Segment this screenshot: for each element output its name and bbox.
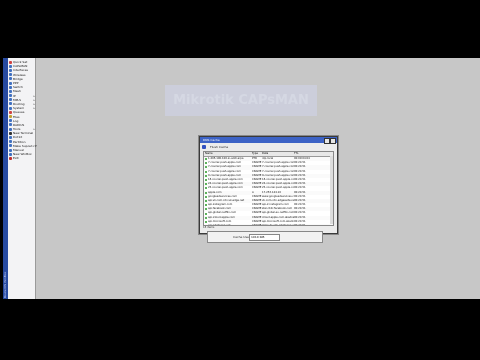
status-dot-icon bbox=[205, 179, 207, 182]
status-dot-icon bbox=[205, 199, 207, 202]
dns-cache-table: Name Type Data TTL 1.205.100.100.in-addr… bbox=[203, 151, 334, 226]
watermark-logo: Mikrotik CAPsMAN bbox=[165, 85, 317, 116]
table-body: 1.205.100.100.in-addr.arpa PTR ntp.local 00… bbox=[204, 157, 333, 225]
status-dot-icon bbox=[205, 187, 207, 190]
menu-item-icon bbox=[9, 131, 12, 135]
menu-item-icon bbox=[9, 94, 12, 98]
menu-item-icon bbox=[9, 156, 12, 160]
column-header-data[interactable]: Data bbox=[262, 152, 294, 156]
status-dot-icon bbox=[205, 191, 207, 194]
menu-item-icon bbox=[9, 115, 12, 119]
menu-item-icon bbox=[9, 123, 12, 127]
menu-item-icon bbox=[9, 60, 12, 64]
status-dot-icon bbox=[205, 216, 207, 219]
menu-item-icon bbox=[9, 119, 12, 123]
filter-icon[interactable] bbox=[202, 144, 206, 149]
menu-item-icon bbox=[9, 85, 12, 89]
status-dot-icon bbox=[205, 183, 207, 186]
submenu-arrow-icon: ▸ bbox=[33, 127, 35, 132]
screen: RouterOS WinBox Quick Set CAPsMAN Interfac… bbox=[0, 45, 480, 303]
status-dot-icon bbox=[205, 212, 207, 215]
window-toolbar: Flush Cache bbox=[200, 143, 337, 150]
menu-item-icon bbox=[9, 152, 12, 156]
status-dot-icon bbox=[205, 208, 207, 211]
cache-used-panel: Cache Used: 1010 KiB bbox=[207, 231, 323, 243]
menu-item-icon bbox=[9, 110, 12, 114]
work-area: Mikrotik CAPsMAN DNS Cache Flush Cache N… bbox=[36, 58, 480, 299]
status-dot-icon bbox=[205, 166, 207, 169]
column-header-ttl[interactable]: TTL bbox=[294, 152, 318, 156]
menu-item-icon bbox=[9, 81, 12, 85]
submenu-arrow-icon: ▸ bbox=[33, 106, 35, 111]
menu-item-icon bbox=[9, 144, 12, 148]
status-dot-icon bbox=[205, 220, 207, 223]
menu-item-icon bbox=[9, 73, 12, 77]
menu-item-icon bbox=[9, 140, 12, 144]
status-dot-icon bbox=[205, 174, 207, 177]
sidebar-item[interactable]: Exit bbox=[9, 156, 35, 160]
window-title: DNS Cache bbox=[203, 138, 220, 142]
close-button[interactable] bbox=[330, 138, 336, 144]
sidebar-items: Quick Set CAPsMAN Interfaces Wireless Bridge… bbox=[9, 60, 37, 161]
menu-item-icon bbox=[9, 127, 12, 131]
menu-item-icon bbox=[9, 102, 12, 106]
status-dot-icon bbox=[205, 162, 207, 165]
sidebar-brand-strip: RouterOS WinBox bbox=[3, 58, 8, 299]
status-bar: 18 items bbox=[203, 226, 215, 229]
sidebar-item-label: Exit bbox=[13, 156, 19, 161]
column-header-name[interactable]: Name bbox=[204, 152, 252, 156]
menu-item-icon bbox=[9, 148, 12, 152]
status-dot-icon bbox=[205, 195, 207, 198]
sidebar-brand-text: RouterOS WinBox bbox=[3, 271, 7, 298]
menu-item-icon bbox=[9, 106, 12, 110]
menu-item-icon bbox=[9, 64, 12, 68]
menu-item-icon bbox=[9, 77, 12, 81]
menu-item-icon bbox=[9, 89, 12, 93]
dns-cache-window[interactable]: DNS Cache Flush Cache Name Type Data TTL bbox=[199, 136, 338, 234]
column-header-type[interactable]: Type bbox=[252, 152, 262, 156]
window-titlebar[interactable]: DNS Cache bbox=[200, 137, 337, 144]
sidebar-menu: RouterOS WinBox Quick Set CAPsMAN Interfac… bbox=[3, 58, 37, 299]
table-scrollbar[interactable] bbox=[330, 156, 333, 224]
status-dot-icon bbox=[205, 158, 207, 161]
status-dot-icon bbox=[205, 170, 207, 173]
menu-item-icon bbox=[9, 98, 12, 102]
menu-item-icon bbox=[9, 68, 12, 72]
winbox-app: RouterOS WinBox Quick Set CAPsMAN Interfac… bbox=[3, 58, 480, 299]
flush-cache-button[interactable]: Flush Cache bbox=[210, 145, 228, 149]
cache-used-field[interactable]: 1010 KiB bbox=[249, 234, 280, 241]
menu-item-icon bbox=[9, 135, 12, 139]
status-dot-icon bbox=[205, 204, 207, 207]
